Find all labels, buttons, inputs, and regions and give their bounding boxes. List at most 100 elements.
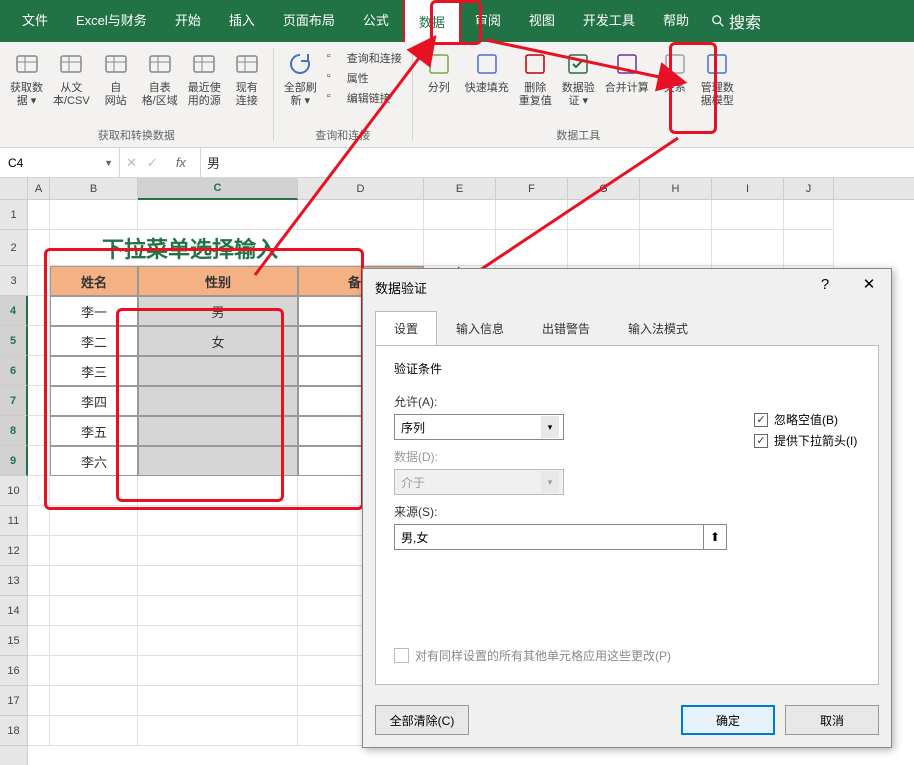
cancel-button[interactable]: 取消 [785,705,879,735]
cell[interactable] [28,446,50,476]
cell[interactable] [28,656,50,686]
menu-item-审阅[interactable]: 审阅 [461,0,515,45]
cell[interactable] [138,686,298,716]
fx-button[interactable]: fx [168,155,194,170]
column-header[interactable]: G [568,178,640,199]
cell[interactable] [28,566,50,596]
row-header[interactable]: 1 [0,200,27,230]
dialog-tab[interactable]: 输入信息 [437,311,523,346]
cell[interactable] [496,200,568,230]
ribbon-mini-btn[interactable]: ▫编辑链接 [323,88,406,108]
cell[interactable] [138,416,298,446]
ribbon-mini-btn[interactable]: ▫查询和连接 [323,48,406,68]
cell[interactable] [138,446,298,476]
allow-select[interactable]: 序列 ▾ [394,414,564,440]
cell[interactable] [784,200,834,230]
row-header[interactable]: 12 [0,536,27,566]
cell[interactable] [138,566,298,596]
row-header[interactable]: 15 [0,626,27,656]
column-header[interactable]: J [784,178,834,199]
cell[interactable] [28,230,50,266]
ignore-blank-checkbox[interactable]: ✓ 忽略空值(B) [754,411,857,428]
row-header[interactable]: 6 [0,356,28,386]
ribbon-btn-data-validation[interactable]: 数据验 证 ▾ [558,46,599,110]
column-header[interactable]: D [298,178,424,199]
cell[interactable] [424,230,496,266]
formula-input[interactable]: 男 [201,153,914,172]
cell[interactable] [424,200,496,230]
cell[interactable]: 下拉菜单选择输入 [50,230,424,266]
cell[interactable] [28,716,50,746]
name-box[interactable]: C4 ▼ [0,148,120,177]
ribbon-btn[interactable]: 管理数 据模型 [697,46,738,110]
cell[interactable] [568,200,640,230]
cell[interactable] [712,200,784,230]
cell[interactable] [640,200,712,230]
cell[interactable] [28,356,50,386]
cell[interactable] [712,230,784,266]
row-header[interactable]: 2 [0,230,27,266]
ribbon-mini-btn[interactable]: ▫属性 [323,68,406,88]
dialog-tab[interactable]: 出错警告 [523,311,609,346]
cell[interactable] [28,596,50,626]
row-header[interactable]: 10 [0,476,27,506]
apply-all-checkbox[interactable]: 对有同样设置的所有其他单元格应用这些更改(P) [394,647,671,664]
cell[interactable] [50,596,138,626]
cell[interactable]: 李六 [50,446,138,476]
ribbon-btn[interactable]: 删除 重复值 [515,46,556,110]
accept-icon[interactable]: ✓ [147,155,158,171]
column-header[interactable]: B [50,178,138,199]
menu-item-开发工具[interactable]: 开发工具 [569,0,649,45]
row-header[interactable]: 16 [0,656,27,686]
cell[interactable]: 李五 [50,416,138,446]
column-header[interactable]: C [138,178,298,200]
cell[interactable] [28,506,50,536]
cell[interactable] [50,200,138,230]
cell[interactable]: 李二 [50,326,138,356]
menu-item-帮助[interactable]: 帮助 [649,0,703,45]
cell[interactable] [50,566,138,596]
row-header[interactable]: 18 [0,716,27,746]
cell[interactable] [568,230,640,266]
row-header[interactable]: 5 [0,326,28,356]
cell[interactable] [138,716,298,746]
cell[interactable] [28,266,50,296]
cell[interactable] [50,716,138,746]
menu-item-数据[interactable]: 数据 [403,0,461,45]
ribbon-btn[interactable]: 合并计算 [601,46,653,110]
close-button[interactable]: ✕ [847,269,891,299]
column-header[interactable]: I [712,178,784,199]
cell[interactable] [138,626,298,656]
cell[interactable] [640,230,712,266]
cell[interactable] [138,656,298,686]
menu-item-Excel与财务[interactable]: Excel与财务 [62,0,161,45]
cell[interactable] [138,476,298,506]
row-header[interactable]: 17 [0,686,27,716]
cell[interactable]: 李一 [50,296,138,326]
cell[interactable]: 李三 [50,356,138,386]
cell[interactable] [28,476,50,506]
column-header[interactable]: E [424,178,496,199]
menu-item-文件[interactable]: 文件 [8,0,62,45]
range-selector-icon[interactable]: ⬆ [703,524,727,550]
ribbon-btn[interactable]: 快速填充 [461,46,513,110]
menu-item-公式[interactable]: 公式 [349,0,403,45]
cell[interactable] [28,686,50,716]
menu-item-插入[interactable]: 插入 [215,0,269,45]
cell[interactable] [298,200,424,230]
cell[interactable] [50,656,138,686]
menu-item-页面布局[interactable]: 页面布局 [269,0,349,45]
search-box[interactable]: 搜索 [711,9,761,33]
cell[interactable] [50,626,138,656]
row-header[interactable]: 9 [0,446,28,476]
row-header[interactable]: 3 [0,266,27,296]
ribbon-btn[interactable]: 自 网站 [96,46,136,110]
cell[interactable]: 性别 [138,266,298,296]
cell[interactable] [28,626,50,656]
cell[interactable]: 李四 [50,386,138,416]
source-input[interactable]: 男,女 ⬆ [394,524,726,550]
column-header[interactable]: H [640,178,712,199]
select-all-corner[interactable] [0,178,27,200]
cell[interactable] [28,296,50,326]
cell[interactable] [138,386,298,416]
